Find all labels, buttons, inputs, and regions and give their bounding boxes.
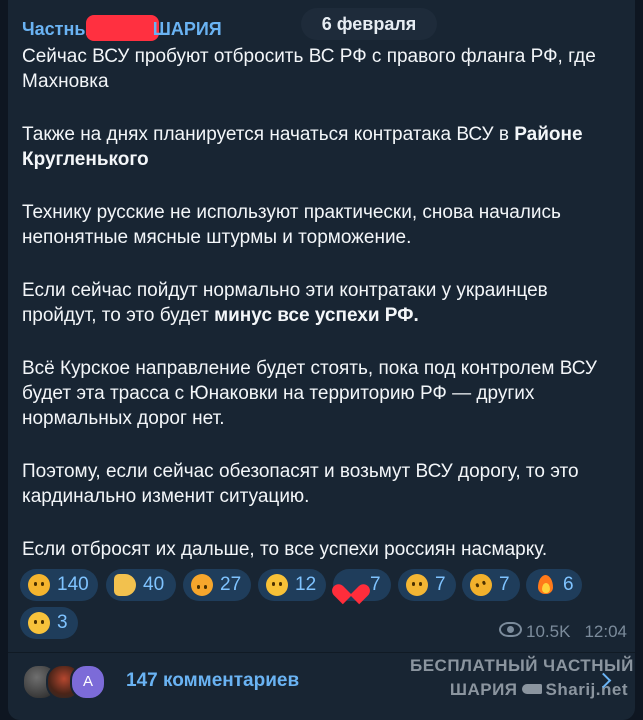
post-paragraph: Если отбросят их дальше, то все успехи р…: [22, 539, 548, 560]
reaction-rofl[interactable]: 7: [462, 569, 520, 601]
reaction-grinning[interactable]: 12: [258, 569, 326, 601]
post-paragraph: Всё Курское направление будет стоять, по…: [22, 358, 597, 429]
reaction-count: 140: [57, 574, 89, 595]
view-count: 10.5K: [526, 622, 571, 641]
channel-name[interactable]: Частны ШАРИЯ: [22, 15, 222, 41]
reaction-count: 7: [370, 574, 381, 595]
reaction-exploding-head[interactable]: 27: [183, 569, 251, 601]
avatar: A: [70, 664, 106, 700]
reaction-count: 27: [220, 574, 242, 595]
fire-icon: [534, 574, 556, 596]
channel-name-start: Частны: [22, 19, 90, 39]
post-paragraph: Также на днях планируется начаться контр…: [22, 122, 622, 172]
grinning-face-icon: [266, 574, 288, 596]
eye-icon: [499, 622, 523, 637]
reaction-heart[interactable]: 7: [333, 569, 391, 601]
reaction-thinking[interactable]: 140: [20, 569, 98, 601]
reaction-fire[interactable]: 6: [526, 569, 582, 601]
post-paragraph-text: Также на днях планируется начаться контр…: [22, 124, 509, 145]
date-chip: 6 февраля: [301, 8, 437, 40]
watermark: БЕСПЛАТНЫЙ ЧАСТНЫЙ ШАРИЯ Sharij.net: [410, 654, 633, 702]
pointing-hand-icon: [521, 684, 542, 694]
message-time: 12:04: [584, 622, 627, 641]
watermark-line2: ШАРИЯ Sharij.net: [410, 678, 628, 702]
watermark-line2-left: ШАРИЯ: [449, 680, 518, 699]
yawning-face-icon: [406, 574, 428, 596]
post-paragraph: Сейчас ВСУ пробуют отбросить ВС РФ с пра…: [22, 46, 596, 92]
exploding-head-icon: [191, 574, 213, 596]
comments-count-label[interactable]: 147 комментариев: [126, 670, 299, 692]
reaction-yawning[interactable]: 7: [398, 569, 456, 601]
message-meta: 10.5K 12:04: [499, 622, 627, 642]
post-bold-text: минус все успехи РФ.: [214, 305, 419, 326]
divider: [8, 652, 635, 653]
reaction-count: 6: [563, 574, 574, 595]
redaction-mark: [85, 15, 159, 41]
crying-face-icon: [28, 612, 50, 634]
post-paragraph: Поэтому, если сейчас обезопасят и возьму…: [22, 461, 579, 507]
thumbs-up-icon: [114, 574, 136, 596]
reaction-count: 7: [435, 574, 446, 595]
reaction-count: 40: [143, 574, 165, 595]
reaction-thumbs-up[interactable]: 40: [106, 569, 176, 601]
reaction-crying[interactable]: 3: [20, 607, 78, 639]
watermark-line1: БЕСПЛАТНЫЙ ЧАСТНЫЙ: [410, 656, 634, 675]
post-text: Сейчас ВСУ пробуют отбросить ВС РФ с пра…: [22, 44, 622, 590]
post-paragraph: Технику русские не используют практическ…: [22, 202, 561, 248]
reaction-count: 12: [295, 574, 317, 595]
channel-name-end: ШАРИЯ: [152, 19, 222, 39]
rofl-face-icon: [466, 570, 496, 600]
reaction-count: 7: [499, 574, 510, 595]
thinking-face-icon: [28, 574, 50, 596]
watermark-line2-right: Sharij.net: [545, 680, 628, 699]
reaction-count: 3: [57, 612, 68, 633]
red-heart-icon: [341, 574, 363, 596]
post-paragraph: Если сейчас пойдут нормально эти контрат…: [22, 278, 622, 328]
